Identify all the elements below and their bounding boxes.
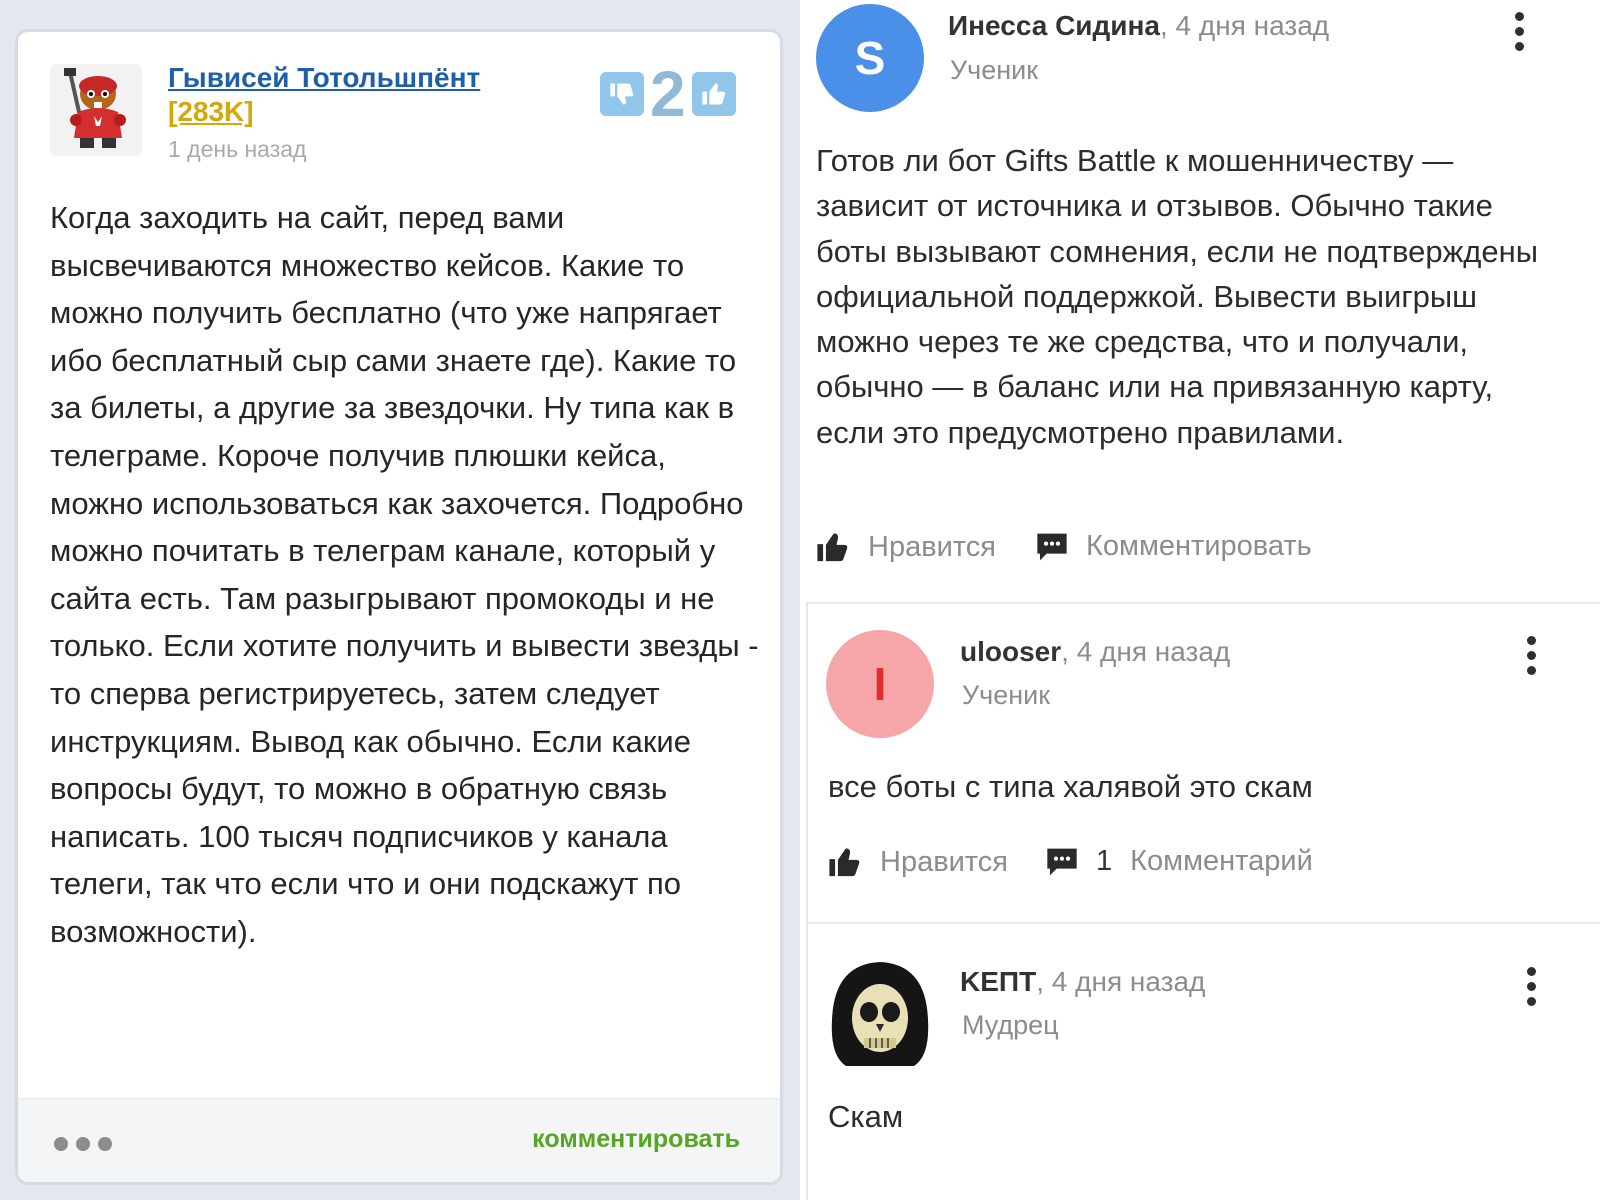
author-name-link[interactable]: Гывисей Тотольшпёнт	[168, 62, 480, 94]
hockey-beaver-mascot-icon	[50, 64, 142, 156]
comment-time: , 4 дня назад	[1036, 966, 1206, 997]
comment-text: Готов ли бот Gifts Battle к мошенничеств…	[816, 143, 1539, 450]
avatar[interactable]: S	[816, 4, 924, 112]
comment-author: KΕΠΤ, 4 дня назад	[960, 966, 1205, 998]
divider	[808, 922, 1600, 924]
comment-author-name[interactable]: Инесса Сидина	[948, 10, 1160, 41]
answer-body: Когда заходить на сайт, перед вами высве…	[50, 200, 759, 949]
kebab-menu-icon[interactable]	[1527, 967, 1537, 1006]
comment-time: , 4 дня назад	[1061, 636, 1231, 667]
comment-bubble-icon	[1037, 533, 1067, 560]
comment-button[interactable]: Комментировать	[1036, 530, 1312, 563]
avatar-letter: I	[873, 658, 887, 710]
comment-author: ulooser, 4 дня назад	[960, 636, 1230, 668]
vote-count: 2	[650, 58, 686, 130]
author-avatar[interactable]	[50, 64, 142, 156]
comment-time: , 4 дня назад	[1159, 10, 1330, 41]
answer-footer: комментировать	[18, 1098, 780, 1182]
vote-box: 2	[600, 62, 736, 126]
comment-text: все боты с типа халявой это скам	[828, 769, 1313, 804]
comment-author: Инесса Сидина, 4 дня назад	[948, 10, 1329, 42]
avatar[interactable]	[826, 960, 934, 1070]
more-horizontal-icon[interactable]	[54, 1137, 112, 1151]
divider	[808, 602, 1600, 604]
avatar[interactable]: I	[826, 630, 934, 738]
comment-label: Комментировать	[1086, 530, 1312, 562]
like-label: Нравится	[868, 530, 996, 563]
answer-timestamp: 1 день назад	[168, 136, 307, 162]
thumbs-up-icon	[829, 848, 860, 877]
comment-bubble-icon	[1047, 848, 1077, 875]
author-score-link[interactable]: [283K]	[168, 96, 254, 128]
comment-text: Скам	[828, 1099, 904, 1134]
comment-count: 1	[1096, 845, 1113, 877]
thread-line	[806, 602, 808, 1200]
comment-rank: Ученик	[962, 680, 1051, 710]
comment-label: Комментарий	[1130, 845, 1313, 877]
avatar-letter: S	[854, 32, 886, 84]
thumbs-up-icon	[701, 83, 725, 105]
like-label: Нравится	[880, 845, 1008, 878]
like-button[interactable]: Нравится	[828, 845, 1008, 879]
thumbs-up-icon	[817, 533, 848, 562]
comment-author-name[interactable]: ulooser	[960, 636, 1061, 667]
vote-down-button[interactable]	[600, 72, 644, 116]
thumbs-down-icon	[610, 83, 634, 105]
skull-hood-avatar-icon	[831, 962, 929, 1066]
comment-rank: Ученик	[950, 55, 1039, 85]
vote-up-button[interactable]	[691, 72, 736, 116]
comment-author-name[interactable]: KΕΠΤ	[960, 966, 1036, 997]
kebab-menu-icon[interactable]	[1515, 12, 1525, 51]
answer-panel: Гывисей Тотольшпёнт [283K] 1 день назад …	[0, 0, 800, 1200]
like-button[interactable]: Нравится	[816, 530, 996, 564]
comment-count-button[interactable]: 1 Комментарий	[1046, 845, 1313, 878]
comment-rank: Мудрец	[962, 1010, 1059, 1040]
answer-card: Гывисей Тотольшпёнт [283K] 1 день назад …	[18, 32, 780, 1182]
comment-link[interactable]: комментировать	[532, 1125, 740, 1154]
kebab-menu-icon[interactable]	[1527, 636, 1537, 675]
